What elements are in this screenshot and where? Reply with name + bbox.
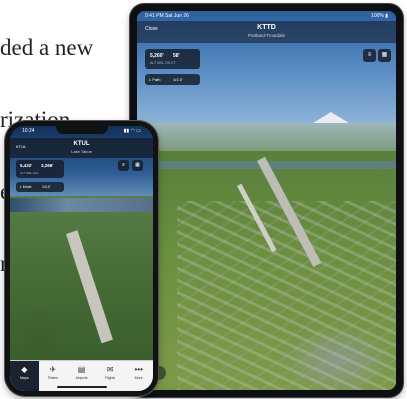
tab-maps[interactable]: ◆ Maps [10, 361, 39, 391]
tablet-device: 9:41 PM Sat Jun 26 100% ▮ Close KTTD Por… [130, 4, 403, 397]
path-controls[interactable]: L Path 1/1.0' [145, 74, 200, 85]
mode-controls[interactable]: L Mode 1/4,0' [16, 182, 64, 192]
mode-chip[interactable]: L Mode [20, 182, 32, 192]
phone-device: 10:24 ▮▮ ◠ ▭ KTUL KTUL Lake Tahoe 5,432'… [5, 121, 158, 396]
coastline [10, 198, 153, 212]
layers-icon[interactable]: ▦ [378, 49, 391, 62]
menu-icon[interactable]: ≡ [363, 49, 376, 62]
scale-chip[interactable]: 1/1.0' [173, 74, 183, 85]
speed-value: 58' [173, 53, 180, 59]
home-indicator [57, 386, 107, 388]
airport-code: KTUL [73, 141, 90, 147]
airports-icon: ▤ [77, 365, 86, 374]
altitude-value: 5,260' [150, 53, 164, 59]
battery-icon: 100% ▮ [371, 13, 388, 19]
tab-label: More [134, 376, 143, 380]
status-bar: 10:24 ▮▮ ◠ ▭ [10, 126, 153, 136]
flights-icon: ✉ [106, 365, 114, 374]
agl-value: 3,266' [41, 163, 54, 168]
phone-screen: 10:24 ▮▮ ◠ ▭ KTUL KTUL Lake Tahoe 5,432'… [10, 126, 153, 391]
info-labels: ALT MSL GS KT [150, 61, 176, 65]
status-bar: 9:41 PM Sat Jun 26 100% ▮ [137, 11, 396, 21]
status-time: 10:24 [22, 128, 35, 134]
tab-more[interactable]: ••• More [124, 361, 153, 391]
map-icon: ◆ [21, 365, 28, 374]
airport-name: Lake Tahoe [71, 149, 92, 154]
airport-name: Portland-Troutdale [247, 33, 286, 38]
tab-label: Plates [48, 376, 58, 380]
altitude-value: 5,432' [20, 163, 33, 168]
status-time: 9:41 PM Sat Jun 26 [145, 13, 189, 19]
plates-icon: ✈ [49, 365, 57, 374]
airport-header: KTUL KTUL Lake Tahoe [10, 138, 153, 158]
signal-icon: ▮▮ ◠ ▭ [123, 128, 141, 134]
scale-chip[interactable]: 1/4,0' [42, 182, 50, 192]
more-icon: ••• [134, 365, 143, 374]
path-chip[interactable]: L Path [149, 74, 160, 85]
layers-icon[interactable]: ▦ [132, 160, 143, 171]
airport-code: KTTD [257, 24, 276, 31]
tab-label: Airports [75, 376, 88, 380]
info-labels: ALT MSL AGL [20, 171, 39, 175]
altitude-panel[interactable]: 5,432' 3,266' ALT MSL AGL [16, 160, 64, 178]
tablet-screen: 9:41 PM Sat Jun 26 100% ▮ Close KTTD Por… [137, 11, 396, 390]
tab-label: Flights [104, 376, 116, 380]
menu-icon[interactable]: ≡ [118, 160, 129, 171]
airport-header: Close KTTD Portland-Troutdale [137, 21, 396, 43]
altitude-panel[interactable]: 5,260' 58' ALT MSL GS KT [145, 49, 200, 69]
tab-label: Maps [20, 376, 29, 380]
article-line: ded a new [0, 35, 94, 60]
urban-area [177, 201, 396, 390]
